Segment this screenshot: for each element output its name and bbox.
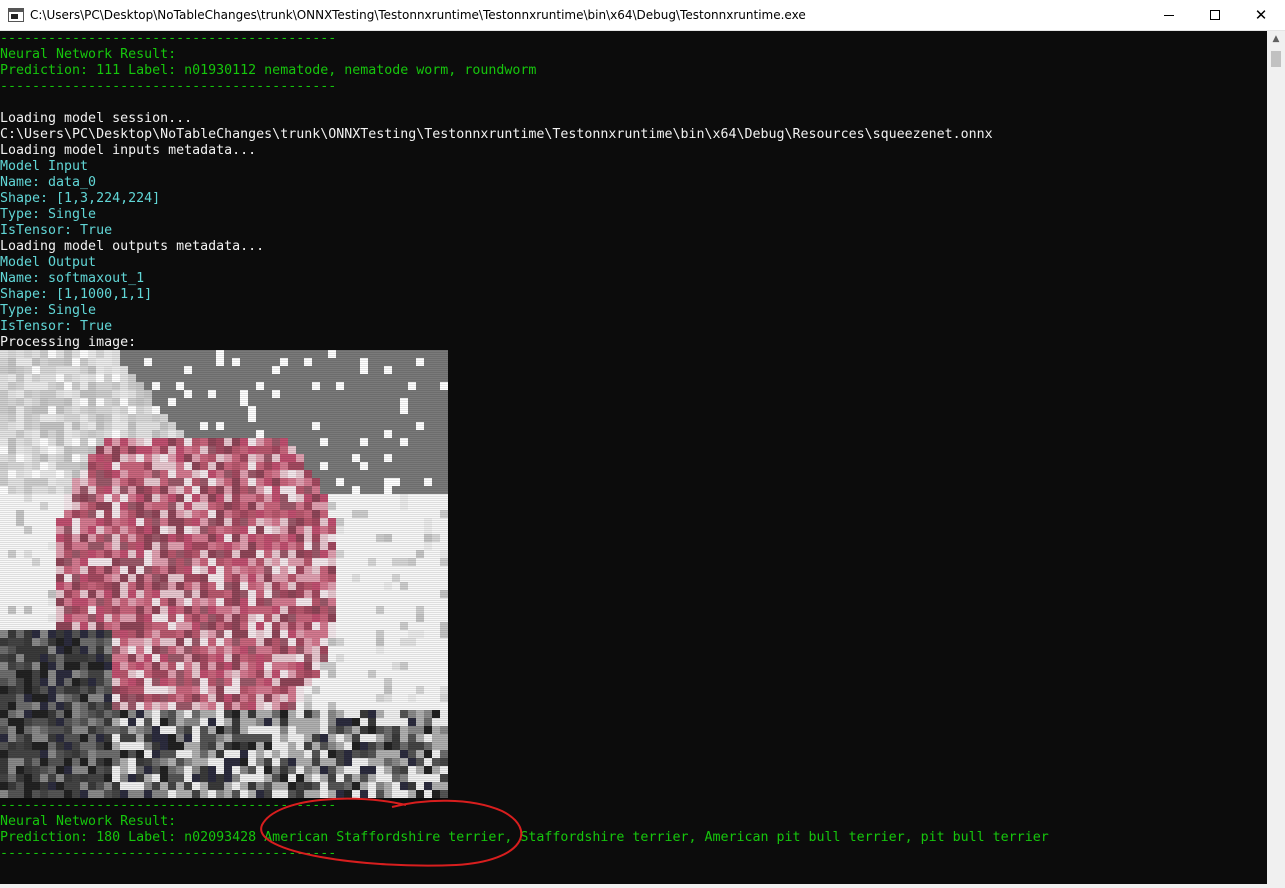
ascii-image-render	[0, 350, 448, 798]
console-line: Shape: [1,1000,1,1]	[0, 287, 153, 302]
console-line: Shape: [1,3,224,224]	[0, 191, 161, 206]
console-app-icon	[8, 8, 24, 22]
result-line: ----------------------------------------…	[0, 846, 337, 861]
console-line: Name: softmaxout_1	[0, 271, 145, 286]
console-line: Processing image:	[0, 335, 137, 350]
console-line: C:\Users\PC\Desktop\NoTableChanges\trunk…	[0, 127, 993, 142]
minimize-icon	[1164, 14, 1174, 16]
console-line: ----------------------------------------…	[0, 79, 337, 94]
close-icon: ✕	[1254, 6, 1268, 24]
console-line: Name: data_0	[0, 175, 97, 190]
title-bar: C:\Users\PC\Desktop\NoTableChanges\trunk…	[0, 0, 1285, 31]
maximize-icon	[1210, 10, 1220, 20]
console-line: Prediction: 111 Label: n01930112 nematod…	[0, 63, 537, 78]
maximize-button[interactable]	[1192, 0, 1238, 30]
close-button[interactable]: ✕	[1238, 0, 1284, 30]
console-line: Loading model outputs metadata...	[0, 239, 265, 254]
console-line: Model Input	[0, 159, 89, 174]
console-line: Loading model inputs metadata...	[0, 143, 257, 158]
scroll-thumb[interactable]	[1271, 51, 1281, 67]
bottom-edge	[0, 884, 1285, 888]
window-title: C:\Users\PC\Desktop\NoTableChanges\trunk…	[30, 8, 806, 22]
console-output[interactable]: ----------------------------------------…	[0, 31, 1267, 884]
vertical-scrollbar[interactable]: ▲	[1267, 31, 1285, 884]
console-line: Loading model session...	[0, 111, 193, 126]
console-line: IsTensor: True	[0, 223, 113, 238]
minimize-button[interactable]	[1146, 0, 1192, 30]
result-line: Prediction: 180 Label: n02093428 America…	[0, 830, 1049, 845]
console-line: ----------------------------------------…	[0, 31, 337, 46]
result-line: ----------------------------------------…	[0, 798, 337, 813]
result-line: Neural Network Result:	[0, 814, 177, 829]
console-line: IsTensor: True	[0, 319, 113, 334]
console-line: Type: Single	[0, 303, 97, 318]
console-line: Model Output	[0, 255, 97, 270]
console-line: Neural Network Result:	[0, 47, 177, 62]
console-line: Type: Single	[0, 207, 97, 222]
scroll-up-arrow-icon[interactable]: ▲	[1267, 31, 1285, 48]
